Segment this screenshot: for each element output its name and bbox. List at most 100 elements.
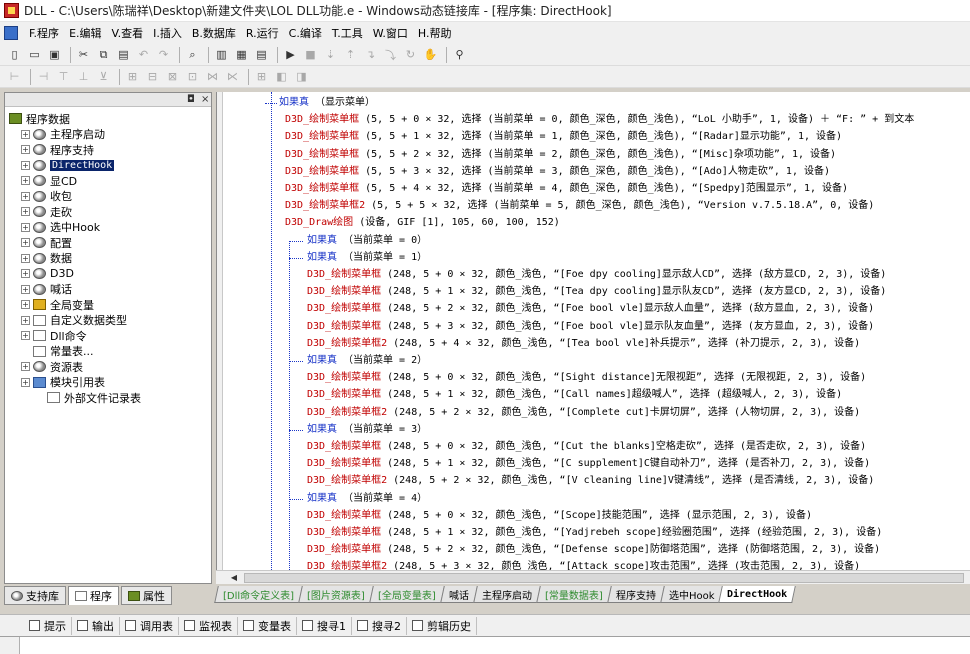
same-width-icon[interactable]: ⊞: [124, 68, 141, 85]
expand-icon[interactable]: +: [21, 284, 30, 294]
center-h-icon[interactable]: ⋉: [224, 68, 241, 85]
tree-item[interactable]: + DirectHook: [9, 158, 211, 174]
panel-dock-icon[interactable]: ◘: [187, 93, 195, 106]
tab-hint[interactable]: 提示: [24, 616, 72, 635]
new-file-icon[interactable]: ▯: [6, 46, 23, 63]
expand-icon[interactable]: +: [21, 222, 30, 232]
paste-icon[interactable]: ▤: [115, 46, 132, 63]
align-left-icon[interactable]: ⊢: [6, 68, 23, 85]
code-line[interactable]: D3D_绘制菜单框 (5, 5 + 4 × 32, 选择 (当前菜单 = 4, …: [285, 180, 848, 197]
scroll-left-icon[interactable]: ◀: [228, 572, 240, 584]
tab-call-table[interactable]: 调用表: [120, 616, 179, 635]
tree-item[interactable]: + 资源表: [9, 359, 211, 375]
tree-item[interactable]: + 主程序启动: [9, 127, 211, 143]
tree-item[interactable]: 常量表...: [9, 344, 211, 360]
code-line[interactable]: D3D_绘制菜单框 (248, 5 + 1 × 32, 颜色_浅色, “[C s…: [307, 455, 870, 472]
code-line[interactable]: D3D_绘制菜单框 (248, 5 + 0 × 32, 颜色_浅色, “[Foe…: [307, 266, 886, 283]
find-icon[interactable]: ⌕: [184, 46, 201, 63]
expand-icon[interactable]: +: [21, 160, 30, 170]
redo-icon[interactable]: ↷: [155, 46, 172, 63]
tab-watch[interactable]: 监视表: [179, 616, 238, 635]
output-area[interactable]: [0, 636, 970, 654]
code-line[interactable]: D3D_绘制菜单框 (248, 5 + 1 × 32, 颜色_浅色, “[Yad…: [307, 524, 882, 541]
step-3-icon[interactable]: ↴: [362, 46, 379, 63]
expand-icon[interactable]: +: [21, 238, 30, 248]
tab-properties[interactable]: 属性: [121, 586, 172, 605]
scrollbar-thumb[interactable]: [244, 573, 964, 583]
tree-item[interactable]: + 全局变量: [9, 297, 211, 313]
save-icon[interactable]: ▣: [46, 46, 63, 63]
align-right-icon[interactable]: ⊤: [55, 68, 72, 85]
expand-icon[interactable]: +: [21, 207, 30, 217]
code-editor[interactable]: 如果真 （显示菜单） D3D_绘制菜单框 (5, 5 + 0 × 32, 选择 (…: [216, 92, 970, 570]
step-4-icon[interactable]: ⤵: [382, 46, 399, 63]
code-line[interactable]: D3D_绘制菜单框 (5, 5 + 0 × 32, 选择 (当前菜单 = 0, …: [285, 111, 914, 128]
run-icon[interactable]: ▶: [282, 46, 299, 63]
bring-front-icon[interactable]: ◧: [273, 68, 290, 85]
menu-program[interactable]: F.程序: [24, 25, 64, 41]
layout-3-icon[interactable]: ▤: [253, 46, 270, 63]
expand-icon[interactable]: +: [21, 300, 30, 310]
code-line[interactable]: D3D_绘制菜单框 (248, 5 + 2 × 32, 颜色_浅色, “[Def…: [307, 541, 880, 558]
tree-item[interactable]: 外部文件记录表: [9, 390, 211, 406]
code-line[interactable]: 如果真 （当前菜单 = 1）: [307, 249, 427, 266]
align-bottom-icon[interactable]: ⊻: [95, 68, 112, 85]
same-size-icon[interactable]: ⊠: [164, 68, 181, 85]
editor-tab[interactable]: 程序支持: [606, 586, 665, 603]
code-line[interactable]: D3D_绘制菜单框 (248, 5 + 1 × 32, 颜色_浅色, “[Cal…: [307, 386, 842, 403]
expand-icon[interactable]: +: [21, 145, 30, 155]
tree-item[interactable]: + 走砍: [9, 204, 211, 220]
step-2-icon[interactable]: ⇡: [342, 46, 359, 63]
code-line[interactable]: D3D_绘制菜单框 (248, 5 + 1 × 32, 颜色_浅色, “[Tea…: [307, 283, 886, 300]
menu-database[interactable]: B.数据库: [187, 25, 241, 41]
code-line[interactable]: D3D_绘制菜单框 (5, 5 + 1 × 32, 选择 (当前菜单 = 1, …: [285, 128, 842, 145]
editor-tab[interactable]: 主程序启动: [472, 586, 541, 603]
expand-icon[interactable]: +: [21, 377, 30, 387]
tree-item[interactable]: + 显CD: [9, 173, 211, 189]
editor-tab[interactable]: [Dll命令定义表]: [214, 586, 303, 603]
expand-icon[interactable]: +: [21, 362, 30, 372]
expand-icon[interactable]: +: [21, 315, 30, 325]
expand-icon[interactable]: +: [21, 269, 30, 279]
space-h-icon[interactable]: ⊡: [184, 68, 201, 85]
code-line[interactable]: D3D_绘制菜单框 (248, 5 + 2 × 32, 颜色_浅色, “[Foe…: [307, 300, 874, 317]
code-line[interactable]: D3D_绘制菜单框2 (248, 5 + 2 × 32, 颜色_浅色, “[Co…: [307, 404, 860, 421]
menu-window[interactable]: W.窗口: [368, 25, 413, 41]
cut-icon[interactable]: ✂: [75, 46, 92, 63]
tree-item[interactable]: + 收包: [9, 189, 211, 205]
tab-program[interactable]: 程序: [68, 586, 119, 605]
layout-2-icon[interactable]: ▦: [233, 46, 250, 63]
step-1-icon[interactable]: ⇣: [322, 46, 339, 63]
editor-tab[interactable]: [常量数据表]: [535, 586, 612, 603]
code-line[interactable]: D3D_Draw绘图 (设备, GIF [1], 105, 60, 100, 1…: [285, 214, 560, 231]
code-line[interactable]: D3D_绘制菜单框 (248, 5 + 0 × 32, 颜色_浅色, “[Sco…: [307, 507, 812, 524]
tab-output[interactable]: 输出: [72, 616, 120, 635]
code-line[interactable]: D3D_绘制菜单框 (5, 5 + 3 × 32, 选择 (当前菜单 = 3, …: [285, 163, 830, 180]
undo-icon[interactable]: ↶: [135, 46, 152, 63]
grid-icon[interactable]: ⊞: [253, 68, 270, 85]
panel-close-icon[interactable]: ×: [201, 93, 209, 106]
open-folder-icon[interactable]: ▭: [26, 46, 43, 63]
expand-icon[interactable]: +: [21, 191, 30, 201]
menu-help[interactable]: H.帮助: [413, 25, 457, 41]
tab-clip-history[interactable]: 剪辑历史: [407, 616, 477, 635]
tree-item[interactable]: + D3D: [9, 266, 211, 282]
binoculars-icon[interactable]: ⚲: [451, 46, 468, 63]
layout-1-icon[interactable]: ▥: [213, 46, 230, 63]
editor-tab[interactable]: DirectHook: [718, 586, 797, 603]
expand-icon[interactable]: +: [21, 331, 30, 341]
align-top-icon[interactable]: ⊥: [75, 68, 92, 85]
tree-item[interactable]: + 自定义数据类型: [9, 313, 211, 329]
code-line[interactable]: D3D_绘制菜单框 (5, 5 + 2 × 32, 选择 (当前菜单 = 2, …: [285, 146, 836, 163]
tree-item[interactable]: + 选中Hook: [9, 220, 211, 236]
code-line[interactable]: D3D_绘制菜单框2 (248, 5 + 4 × 32, 颜色_浅色, “[Te…: [307, 335, 860, 352]
send-back-icon[interactable]: ◨: [293, 68, 310, 85]
code-line[interactable]: 如果真 （显示菜单）: [279, 94, 375, 111]
editor-horizontal-scrollbar[interactable]: ◀: [216, 570, 970, 584]
menu-edit[interactable]: E.编辑: [64, 25, 106, 41]
code-line[interactable]: D3D_绘制菜单框 (248, 5 + 3 × 32, 颜色_浅色, “[Foe…: [307, 318, 874, 335]
hand-icon[interactable]: ✋: [422, 46, 439, 63]
step-5-icon[interactable]: ↻: [402, 46, 419, 63]
editor-tab[interactable]: 喊话: [439, 586, 478, 603]
menu-tools[interactable]: T.工具: [327, 25, 368, 41]
